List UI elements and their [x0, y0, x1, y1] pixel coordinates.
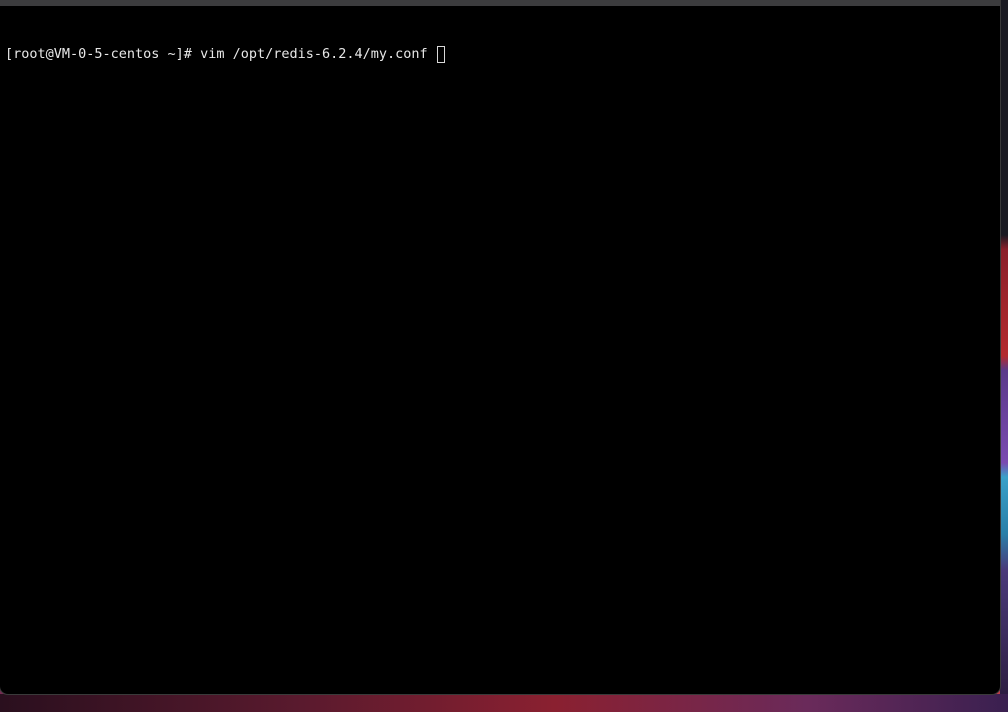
typed-command: vim /opt/redis-6.2.4/my.conf [200, 46, 436, 62]
window-title-edge [0, 0, 1000, 6]
shell-prompt: [root@VM-0-5-centos ~]# [5, 46, 201, 62]
terminal-window[interactable]: [root@VM-0-5-centos ~]# vim /opt/redis-6… [0, 0, 1000, 694]
desktop-wallpaper-edge [1000, 0, 1008, 712]
terminal-output[interactable]: [root@VM-0-5-centos ~]# vim /opt/redis-6… [5, 9, 992, 99]
prompt-line: [root@VM-0-5-centos ~]# vim /opt/redis-6… [5, 45, 992, 63]
text-cursor [436, 45, 445, 63]
desktop-wallpaper-bottom [0, 694, 1008, 712]
